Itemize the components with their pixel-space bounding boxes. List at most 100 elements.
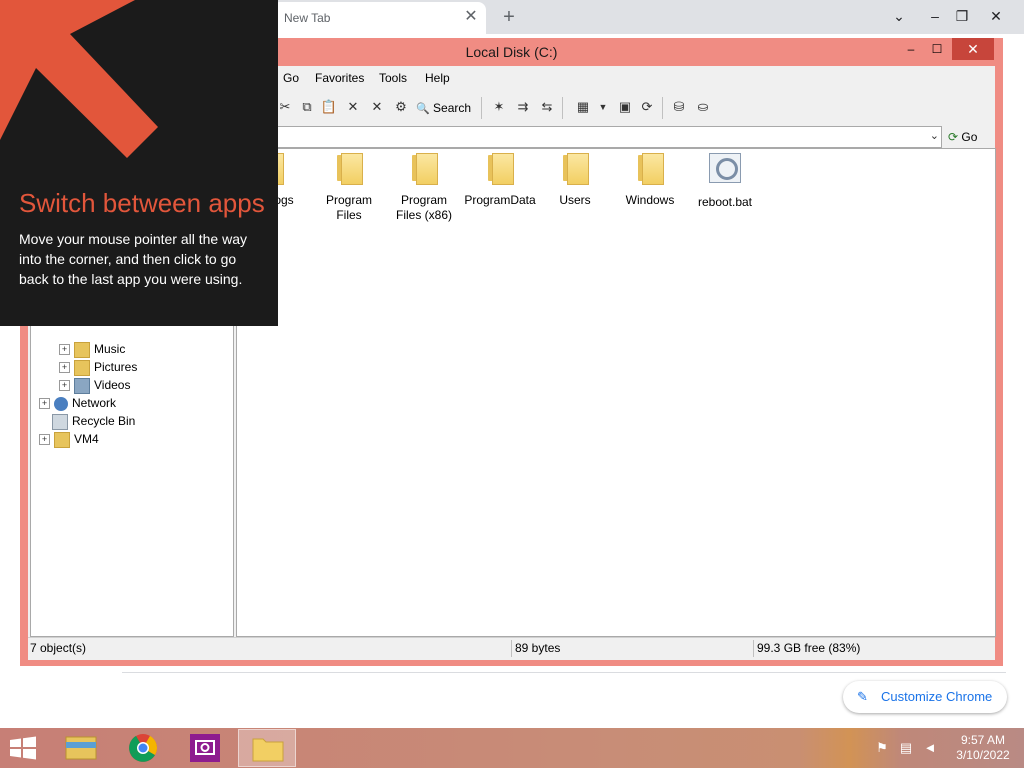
file-item-folder[interactable]: Users <box>538 153 612 208</box>
taskbar-folder-active[interactable] <box>238 729 296 767</box>
go-button[interactable]: ⟳ Go <box>948 127 994 147</box>
file-name: Users <box>559 193 591 207</box>
command-prompt-icon[interactable]: ▣ <box>616 98 634 116</box>
expand-icon[interactable]: + <box>59 380 70 392</box>
map-drive-icon[interactable]: ⛁ <box>670 98 688 116</box>
chrome-minimize-button[interactable]: – <box>920 3 950 29</box>
customize-chrome-label: Customize Chrome <box>881 689 993 704</box>
status-divider <box>753 640 754 657</box>
tree-item-recycle-bin[interactable]: Recycle Bin <box>52 412 135 430</box>
clock[interactable]: 9:57 AM 3/10/2022 <box>952 733 1014 763</box>
tree-item-label: Network <box>72 396 117 410</box>
file-item-folder[interactable]: ProgramData <box>463 153 537 208</box>
go-label: Go <box>961 130 978 144</box>
switch-apps-tip: Switch between apps Move your mouse poin… <box>0 0 278 326</box>
file-name: Program Files <box>325 193 372 222</box>
expand-icon[interactable]: + <box>39 398 50 410</box>
file-item-folder[interactable]: Program Files (x86) <box>387 153 461 223</box>
folder-icon <box>486 153 514 185</box>
batch-file-icon <box>709 153 741 183</box>
tab-close-icon[interactable]: ✕ <box>462 8 480 26</box>
search-button[interactable]: 🔍 Search <box>416 98 471 118</box>
view-dropdown-icon[interactable]: ▼ <box>594 98 612 116</box>
taskbar-chrome[interactable] <box>114 729 172 767</box>
file-name: reboot.bat <box>697 195 753 209</box>
new-folder-icon[interactable]: ✶ <box>490 98 508 116</box>
tree-item-vm4[interactable]: + VM4 <box>39 430 99 448</box>
toolbar-separator <box>662 97 663 119</box>
file-item-folder[interactable]: Program Files <box>312 153 386 223</box>
tree-item-network[interactable]: + Network <box>39 394 116 412</box>
paste-icon[interactable]: 📋 <box>320 98 338 116</box>
camera-app-icon <box>190 734 220 762</box>
videos-folder-icon <box>74 377 90 394</box>
tab-new-tab[interactable]: New Tab ✕ <box>272 2 486 34</box>
menu-help[interactable]: Help <box>425 71 450 85</box>
chrome-close-button[interactable]: ✕ <box>981 3 1011 29</box>
folder-icon <box>252 738 284 762</box>
minimize-button[interactable]: – <box>898 38 924 60</box>
tree-item-pictures[interactable]: + Pictures <box>59 358 137 376</box>
copy-to-icon[interactable]: ⇉ <box>514 98 532 116</box>
status-size: 89 bytes <box>515 641 561 655</box>
close-button[interactable]: ✕ <box>952 38 994 60</box>
clock-date: 3/10/2022 <box>956 748 1010 762</box>
move-to-icon[interactable]: ⇆ <box>538 98 556 116</box>
new-tab-button[interactable]: + <box>498 6 520 28</box>
tab-title: New Tab <box>284 11 331 25</box>
properties-icon[interactable]: ⚙ <box>392 98 410 116</box>
tree-item-videos[interactable]: + Videos <box>59 376 130 394</box>
search-icon: 🔍 <box>416 103 430 115</box>
delete-permanent-icon[interactable]: ✕ <box>368 98 386 116</box>
tip-title: Switch between apps <box>19 188 265 218</box>
chrome-icon <box>129 734 157 762</box>
recycle-bin-icon <box>52 413 68 430</box>
cut-icon[interactable]: ✂ <box>276 98 294 116</box>
taskbar-file-explorer[interactable] <box>52 729 110 767</box>
taskbar-camera-app[interactable] <box>176 729 234 767</box>
file-item-folder[interactable]: Windows <box>613 153 687 208</box>
tab-search-dropdown-icon[interactable]: ⌄ <box>884 3 914 29</box>
network-icon[interactable]: ▤ <box>898 740 914 756</box>
volume-muted-icon[interactable]: ◄ <box>922 740 938 756</box>
disconnect-drive-icon[interactable]: ⛀ <box>694 98 712 116</box>
ntp-divider <box>122 672 1006 673</box>
delete-icon[interactable]: ✕ <box>344 98 362 116</box>
copy-icon[interactable]: ⧉ <box>298 98 316 116</box>
folder-icon <box>335 153 363 185</box>
tree-item-label: Music <box>94 342 126 356</box>
maximize-button[interactable]: ☐ <box>924 38 950 60</box>
tree-item-music[interactable]: + Music <box>59 340 125 358</box>
tip-body: Move your mouse pointer all the way into… <box>19 231 247 287</box>
status-object-count: 7 object(s) <box>30 641 87 655</box>
expand-icon[interactable]: + <box>59 344 70 356</box>
folder-icon <box>636 153 664 185</box>
file-item-batch[interactable]: reboot.bat <box>688 153 762 210</box>
pictures-folder-icon <box>74 359 90 376</box>
menu-tools[interactable]: Tools <box>379 71 407 85</box>
tree-item-label: VM4 <box>74 432 99 446</box>
chrome-restore-button[interactable]: ❐ <box>947 3 977 29</box>
tree-item-label: Videos <box>94 378 131 392</box>
tree-item-label: Recycle Bin <box>72 414 136 428</box>
expand-icon[interactable]: + <box>59 362 70 374</box>
network-icon <box>54 396 68 411</box>
arrow-icon <box>0 0 158 158</box>
address-dropdown-icon[interactable]: ⌄ <box>930 129 939 142</box>
start-button[interactable] <box>8 736 38 760</box>
action-center-flag-icon[interactable]: ⚑ <box>874 740 890 756</box>
user-folder-icon <box>54 431 70 448</box>
status-free-space: 99.3 GB free (83%) <box>757 641 861 655</box>
menu-go[interactable]: Go <box>283 71 299 85</box>
expand-icon[interactable]: + <box>39 434 50 446</box>
toolbar-separator <box>562 97 563 119</box>
customize-chrome-button[interactable]: ✎ Customize Chrome <box>843 681 1007 713</box>
refresh-icon[interactable]: ⟳ <box>638 98 656 116</box>
music-folder-icon <box>74 341 90 358</box>
file-list: ogs Program Files Program Files (x86) Pr… <box>236 148 996 637</box>
menu-favorites[interactable]: Favorites <box>315 71 364 85</box>
toolbar-separator <box>481 97 482 119</box>
file-name: Program Files (x86) <box>396 193 453 222</box>
view-mode-icon[interactable]: ▦ <box>574 98 592 116</box>
search-label: Search <box>433 101 472 115</box>
